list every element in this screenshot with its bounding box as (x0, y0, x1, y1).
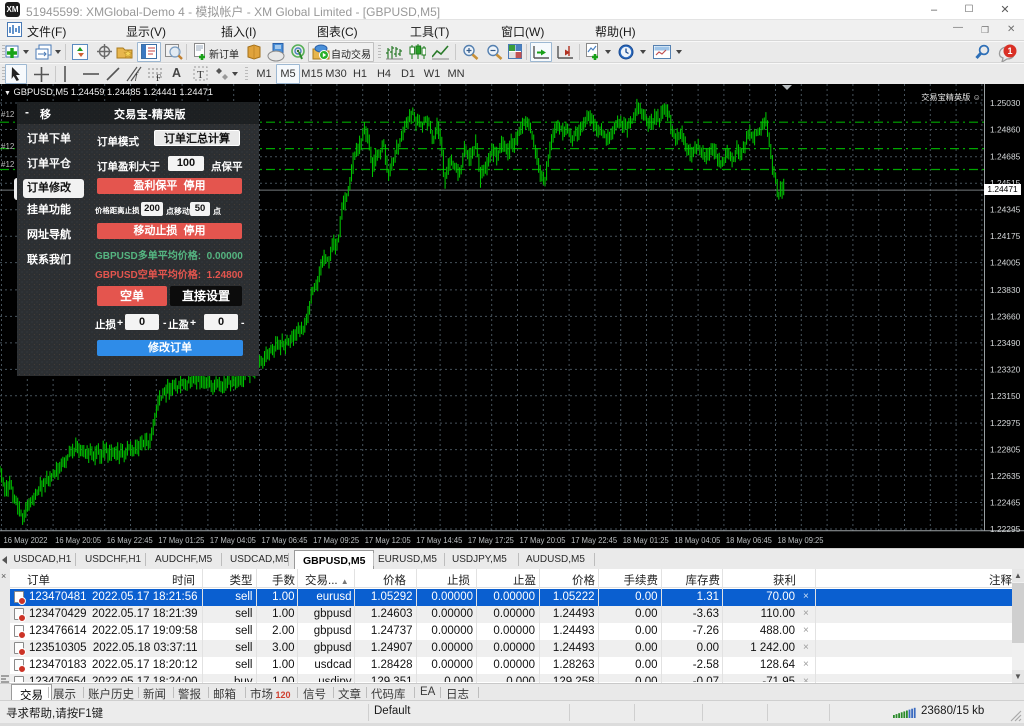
svg-text:16 May 22:45: 16 May 22:45 (107, 535, 153, 545)
svg-text:1.24345: 1.24345 (990, 205, 1021, 215)
svg-text:1.23660: 1.23660 (990, 311, 1021, 321)
svg-text:18 May 06:45: 18 May 06:45 (726, 535, 772, 545)
svg-text:16 May 20:05: 16 May 20:05 (55, 535, 101, 545)
svg-text:18 May 09:25: 18 May 09:25 (778, 535, 824, 545)
svg-text:1.23320: 1.23320 (990, 364, 1021, 374)
svg-text:17 May 01:25: 17 May 01:25 (158, 535, 204, 545)
svg-text:1.22805: 1.22805 (990, 445, 1021, 455)
svg-text:1.22635: 1.22635 (990, 471, 1021, 481)
svg-text:17 May 22:45: 17 May 22:45 (571, 535, 617, 545)
svg-text:17 May 06:45: 17 May 06:45 (262, 535, 308, 545)
svg-text:1.24175: 1.24175 (990, 231, 1021, 241)
svg-text:17 May 04:05: 17 May 04:05 (210, 535, 256, 545)
svg-text:17 May 09:25: 17 May 09:25 (313, 535, 359, 545)
svg-text:1.25030: 1.25030 (990, 98, 1021, 108)
svg-text:1.23830: 1.23830 (990, 285, 1021, 295)
svg-text:17 May 12:05: 17 May 12:05 (365, 535, 411, 545)
svg-text:1.24860: 1.24860 (990, 125, 1021, 135)
svg-text:17 May 14:45: 17 May 14:45 (416, 535, 462, 545)
svg-text:1: 1 (1007, 46, 1012, 56)
svg-text:1.22975: 1.22975 (990, 418, 1021, 428)
svg-text:F: F (156, 73, 161, 82)
svg-text:1.24005: 1.24005 (990, 258, 1021, 268)
svg-text:18 May 01:25: 18 May 01:25 (623, 535, 669, 545)
svg-text:1.22295: 1.22295 (990, 524, 1021, 534)
svg-text:1.23490: 1.23490 (990, 338, 1021, 348)
svg-text:1.23150: 1.23150 (990, 391, 1021, 401)
svg-text:f: f (135, 71, 139, 81)
svg-text:17 May 20:05: 17 May 20:05 (520, 535, 566, 545)
svg-text:1.24685: 1.24685 (990, 152, 1021, 162)
svg-text:18 May 04:05: 18 May 04:05 (674, 535, 720, 545)
svg-text:17 May 17:25: 17 May 17:25 (468, 535, 514, 545)
svg-text:1.22465: 1.22465 (990, 498, 1021, 508)
svg-text:16 May 2022: 16 May 2022 (4, 535, 48, 545)
svg-text:T: T (197, 69, 204, 81)
